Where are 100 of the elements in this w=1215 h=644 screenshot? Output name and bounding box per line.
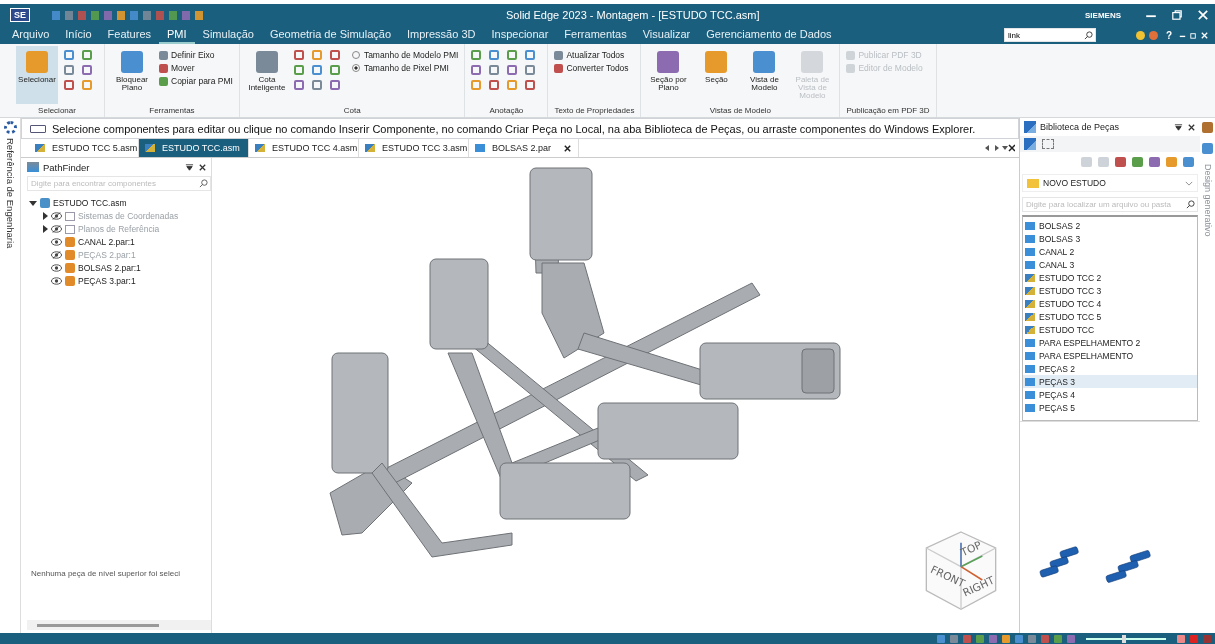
pin-icon[interactable] — [1174, 122, 1183, 132]
file-item[interactable]: BOLSAS 3 — [1023, 232, 1197, 245]
hidden-eye-icon[interactable] — [51, 251, 62, 259]
tree-item[interactable]: PEÇAS 3.par:1 — [78, 276, 136, 286]
tree-item[interactable]: CANAL 2.par:1 — [78, 237, 135, 247]
tool-icon[interactable] — [489, 65, 500, 75]
structure-tab[interactable] — [1042, 139, 1054, 149]
file-item[interactable]: PEÇAS 5 — [1023, 401, 1197, 414]
hidden-eye-icon[interactable] — [51, 225, 62, 233]
tool-icon[interactable] — [1202, 143, 1213, 154]
file-item[interactable]: BOLSAS 2 — [1023, 219, 1197, 232]
menu-tab[interactable]: Features — [99, 26, 159, 44]
tool-icon[interactable] — [507, 65, 518, 75]
tool-icon[interactable] — [329, 65, 340, 75]
tool-icon[interactable] — [1202, 122, 1213, 133]
file-item[interactable]: ESTUDO TCC — [1023, 323, 1197, 336]
search-field[interactable]: link — [1003, 28, 1096, 42]
menu-tab[interactable]: Simulação — [194, 26, 262, 44]
search-icon[interactable] — [199, 178, 208, 188]
library-tab[interactable] — [1024, 138, 1036, 150]
tool-icon[interactable] — [293, 50, 304, 60]
tool-icon[interactable] — [471, 50, 482, 60]
eye-icon[interactable] — [51, 238, 62, 246]
close-icon[interactable] — [198, 162, 207, 172]
file-item[interactable]: ESTUDO TCC 2 — [1023, 271, 1197, 284]
search-field[interactable]: Digite para encontrar componentes — [27, 176, 211, 191]
menu-tab[interactable]: Início — [57, 26, 100, 44]
toolbar-icon[interactable] — [1115, 157, 1126, 167]
document-tab[interactable]: ESTUDO TCC.asm — [139, 139, 249, 157]
tool-icon[interactable] — [525, 80, 536, 90]
expand-toggle[interactable] — [43, 212, 48, 220]
tree-item[interactable]: ESTUDO TCC.asm — [53, 198, 127, 208]
tool-icon[interactable] — [293, 80, 304, 90]
menu-tab[interactable]: Gerenciamento de Dados — [698, 26, 840, 44]
toolbar-icon[interactable] — [1132, 157, 1143, 167]
ribbon-button[interactable]: Seção — [695, 46, 738, 104]
folder-dropdown[interactable]: NOVO ESTUDO — [1022, 174, 1198, 192]
close-icon[interactable] — [563, 143, 572, 153]
file-item[interactable]: ESTUDO TCC 4 — [1023, 297, 1197, 310]
tree-item[interactable]: BOLSAS 2.par:1 — [78, 263, 141, 273]
restore-icon[interactable] — [1171, 9, 1183, 21]
tool-icon[interactable] — [329, 80, 340, 90]
ribbon-button[interactable]: Seção por Plano — [647, 46, 690, 104]
pin-icon[interactable] — [185, 162, 194, 172]
tool-icon[interactable] — [311, 80, 322, 90]
file-item[interactable]: CANAL 3 — [1023, 258, 1197, 271]
radio-option[interactable]: Tamanho de Pixel PMI — [351, 63, 459, 73]
tool-icon[interactable] — [471, 65, 482, 75]
tool-icon[interactable] — [489, 80, 500, 90]
zoom-slider[interactable] — [1086, 637, 1166, 640]
menu-tab[interactable]: Inspecionar — [483, 26, 557, 44]
tool-icon[interactable] — [293, 65, 304, 75]
menu-tab[interactable]: Visualizar — [634, 26, 699, 44]
ribbon-button[interactable]: Vista de Modelo — [743, 46, 786, 104]
close-icon[interactable] — [1187, 122, 1196, 132]
tool-icon[interactable] — [311, 50, 322, 60]
ribbon-button[interactable]: Definir Eixo — [159, 50, 233, 60]
tool-icon[interactable] — [525, 50, 536, 60]
file-item[interactable]: ESTUDO TCC 3 — [1023, 284, 1197, 297]
tool-icon[interactable] — [311, 65, 322, 75]
ribbon-button[interactable]: Selecionar — [16, 46, 58, 104]
ribbon-button[interactable]: Mover — [159, 63, 233, 73]
menu-tab[interactable]: Ferramentas — [556, 26, 635, 44]
expand-toggle[interactable] — [43, 225, 48, 233]
app-logo[interactable]: SE — [10, 8, 30, 22]
ribbon-button[interactable]: Atualizar Todos — [554, 50, 629, 60]
ribbon-button[interactable]: Cota Inteligente — [245, 46, 288, 104]
eye-icon[interactable] — [51, 277, 62, 285]
tool-icon[interactable] — [489, 50, 500, 60]
tool-icon[interactable] — [525, 65, 536, 75]
file-item[interactable]: ESTUDO TCC 5 — [1023, 310, 1197, 323]
toolbar-icon[interactable] — [1166, 157, 1177, 167]
tool-icon[interactable] — [329, 50, 340, 60]
toolbar-icon[interactable] — [1149, 157, 1160, 167]
file-item[interactable]: PEÇAS 2 — [1023, 362, 1197, 375]
side-tab[interactable]: Referência de Engenharia — [4, 138, 16, 249]
search-icon[interactable] — [1083, 30, 1093, 40]
file-item[interactable]: PARA ESPELHAMENTO — [1023, 349, 1197, 362]
file-item[interactable]: CANAL 2 — [1023, 245, 1197, 258]
menu-tab[interactable]: Geometria de Simulação — [261, 26, 399, 44]
tool-icon[interactable] — [471, 80, 482, 90]
restore-icon[interactable] — [1189, 30, 1198, 40]
gear-icon[interactable] — [3, 121, 17, 134]
ribbon-button[interactable]: Converter Todos — [554, 63, 629, 73]
side-tab[interactable]: Design generativo — [1202, 164, 1213, 237]
ribbon-button[interactable]: Bloquear Plano — [111, 46, 153, 104]
help-button[interactable]: ? — [1165, 29, 1172, 41]
menu-tab[interactable]: Impressão 3D — [399, 26, 484, 44]
eye-icon[interactable] — [51, 264, 62, 272]
toolbar-icon[interactable] — [1183, 157, 1194, 167]
tool-icon[interactable] — [507, 80, 518, 90]
scrollbar-thumb[interactable] — [37, 623, 159, 627]
tool-icon[interactable] — [507, 50, 518, 60]
file-item[interactable]: PARA ESPELHAMENTO 2 — [1023, 336, 1197, 349]
file-item[interactable]: PEÇAS 3 — [1023, 375, 1197, 388]
document-tab[interactable]: BOLSAS 2.par — [469, 139, 579, 157]
ribbon-button[interactable]: Copiar para PMI — [159, 76, 233, 86]
hidden-eye-icon[interactable] — [51, 212, 62, 220]
file-item[interactable]: PEÇAS 4 — [1023, 388, 1197, 401]
menu-tab[interactable]: Arquivo — [4, 26, 58, 44]
